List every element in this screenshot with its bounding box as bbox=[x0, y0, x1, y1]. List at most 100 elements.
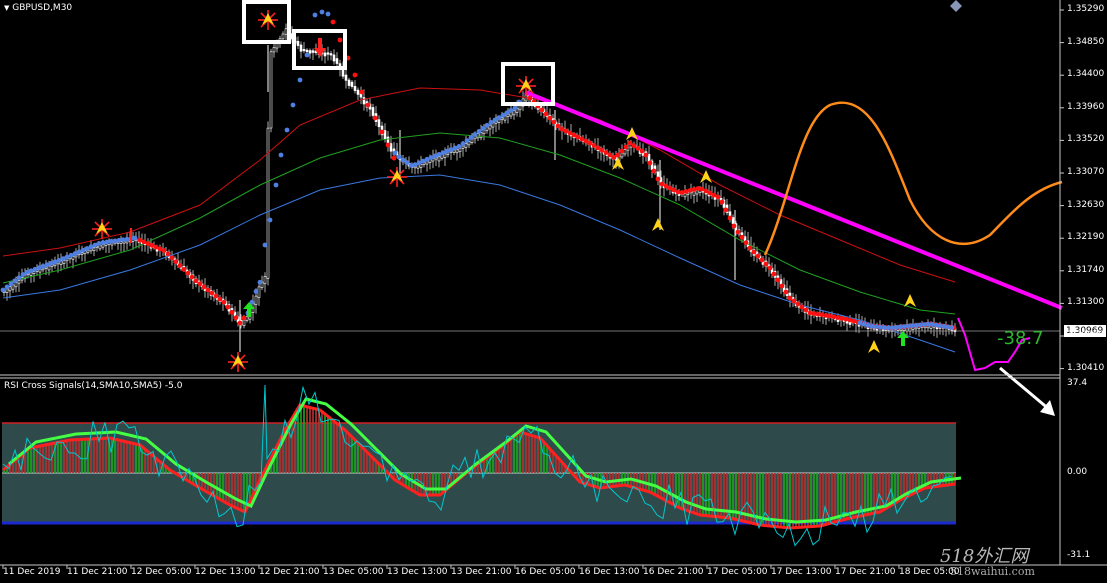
trend-dot-down bbox=[611, 155, 617, 160]
rsi-histogram-bar bbox=[819, 473, 821, 527]
trend-dot-down bbox=[539, 107, 545, 113]
trend-dot-down bbox=[229, 309, 235, 315]
rsi-histogram-bar bbox=[483, 460, 485, 473]
rsi-histogram-bar bbox=[237, 473, 239, 509]
indicator-tick-label: 37.4 bbox=[1067, 378, 1088, 388]
rsi-histogram-bar bbox=[309, 407, 311, 473]
rsi-histogram-bar bbox=[318, 409, 320, 473]
trend-dot-down bbox=[655, 176, 661, 182]
trend-dot-down bbox=[189, 274, 195, 280]
rsi-histogram-bar bbox=[801, 473, 803, 528]
rsi-histogram-bar bbox=[783, 473, 785, 528]
trend-dot-up bbox=[937, 323, 943, 328]
trend-dot-up bbox=[508, 108, 514, 113]
rsi-histogram-bar bbox=[102, 438, 104, 473]
rsi-histogram-bar bbox=[117, 439, 119, 473]
rsi-histogram-bar bbox=[792, 473, 794, 528]
rsi-histogram-bar bbox=[813, 473, 815, 527]
candle-body bbox=[299, 44, 303, 52]
candle-body bbox=[80, 252, 84, 255]
stop-dot-up bbox=[290, 102, 296, 108]
rsi-histogram-bar bbox=[135, 443, 137, 473]
rsi-histogram-bar bbox=[660, 473, 662, 498]
candle-body bbox=[5, 288, 9, 293]
trend-dot-up bbox=[8, 281, 14, 287]
price-tick-label: 1.31300 bbox=[1067, 297, 1105, 308]
rsi-histogram-bar bbox=[825, 473, 827, 525]
candle-body bbox=[254, 295, 258, 305]
price-tick-label: 1.32190 bbox=[1067, 232, 1105, 243]
trend-dot-down bbox=[599, 147, 605, 153]
trend-dot-up bbox=[396, 154, 402, 160]
rsi-histogram-bar bbox=[300, 405, 302, 473]
stop-dot-up bbox=[262, 242, 268, 248]
rsi-histogram-bar bbox=[324, 413, 326, 473]
trend-dot-down bbox=[783, 289, 789, 295]
rsi-histogram-bar bbox=[27, 450, 29, 473]
trend-dot-down bbox=[759, 257, 765, 263]
rsi-histogram-bar bbox=[339, 425, 341, 473]
stop-dot-down bbox=[337, 37, 343, 43]
trend-dot-down bbox=[543, 111, 549, 117]
rsi-histogram-bar bbox=[522, 432, 524, 473]
trend-dot-down bbox=[225, 304, 231, 310]
stop-dot-down bbox=[352, 72, 358, 78]
trend-dot-down bbox=[795, 301, 801, 307]
rsi-histogram-bar bbox=[537, 437, 539, 473]
rsi-histogram-bar bbox=[798, 473, 800, 528]
candle-body bbox=[326, 52, 330, 55]
rsi-histogram-bar bbox=[852, 473, 854, 518]
price-tick-label: 1.34400 bbox=[1067, 69, 1105, 80]
trend-dot-down bbox=[763, 261, 769, 267]
candle-body bbox=[353, 86, 357, 91]
candle-body bbox=[356, 89, 360, 95]
dropdown-triangle-icon[interactable]: ▼ bbox=[4, 4, 9, 12]
trend-dot-up bbox=[456, 144, 462, 149]
rsi-histogram-bar bbox=[513, 437, 515, 473]
watermark-url: 518waihui.com bbox=[950, 565, 1035, 578]
trend-dot-up bbox=[468, 135, 474, 140]
candle-body bbox=[17, 280, 21, 284]
trend-dot-up bbox=[404, 160, 410, 166]
trend-dot-up bbox=[464, 138, 470, 144]
trend-dot-down bbox=[217, 296, 223, 302]
stop-dot-down bbox=[365, 102, 371, 108]
price-tick-label: 1.30410 bbox=[1067, 362, 1105, 373]
candle-body bbox=[272, 47, 276, 53]
trend-dot-down bbox=[751, 249, 757, 255]
candle-body bbox=[284, 28, 288, 35]
rsi-histogram-bar bbox=[99, 438, 101, 473]
candle-body bbox=[32, 271, 36, 274]
candle-body bbox=[377, 119, 381, 128]
trend-dot-up bbox=[500, 112, 506, 118]
trend-dot-up bbox=[949, 325, 955, 330]
candle-body bbox=[92, 247, 96, 251]
chart-canvas[interactable] bbox=[0, 0, 1107, 583]
rsi-histogram-bar bbox=[216, 473, 218, 498]
trend-dot-down bbox=[683, 189, 689, 194]
trend-dot-down bbox=[185, 270, 191, 276]
candle-body bbox=[101, 244, 105, 248]
candle-body bbox=[347, 79, 351, 86]
rsi-histogram-bar bbox=[42, 445, 44, 473]
rsi-histogram-bar bbox=[57, 442, 59, 473]
price-tick-label: 1.35290 bbox=[1067, 4, 1105, 14]
candle-body bbox=[263, 276, 267, 285]
rsi-histogram-bar bbox=[795, 473, 797, 528]
trend-dot-down bbox=[551, 119, 557, 125]
signal-star-icon bbox=[258, 10, 278, 30]
trend-dot-down bbox=[221, 299, 227, 305]
trend-dot-up bbox=[476, 129, 482, 134]
rsi-histogram-bar bbox=[60, 442, 62, 473]
trend-dot-down bbox=[691, 187, 697, 192]
stop-dot-down bbox=[330, 19, 336, 25]
rsi-histogram-bar bbox=[222, 473, 224, 501]
signal-star-icon bbox=[516, 76, 536, 96]
rsi-histogram-bar bbox=[834, 473, 836, 523]
signal-star-icon bbox=[92, 219, 112, 239]
rsi-histogram-bar bbox=[360, 445, 362, 473]
rsi-histogram-bar bbox=[30, 448, 32, 473]
trend-dot-up bbox=[400, 157, 406, 163]
rsi-histogram-bar bbox=[348, 433, 350, 473]
rsi-histogram-bar bbox=[663, 473, 665, 499]
